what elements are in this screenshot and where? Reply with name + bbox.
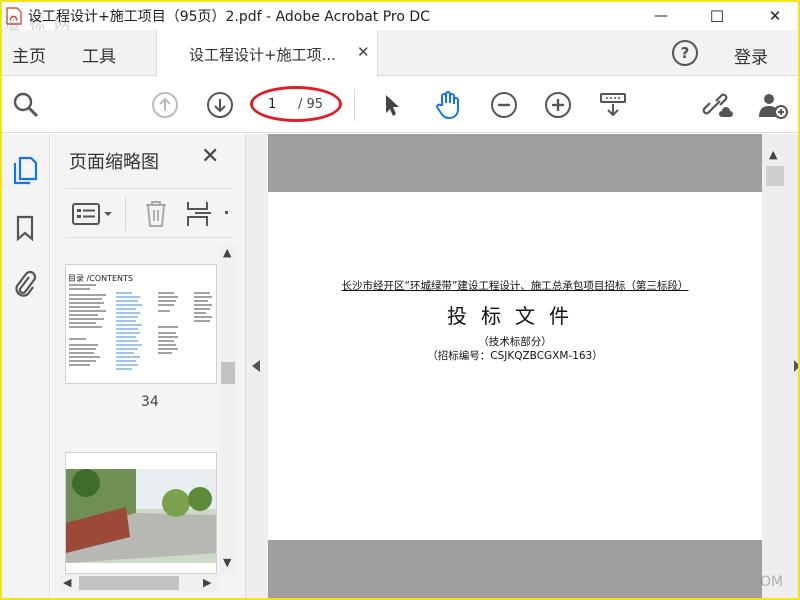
- horizontal-scroll-thumb[interactable]: [79, 576, 179, 590]
- toolbar-divider: [354, 89, 355, 121]
- landscape-photo-thumbnail: [66, 453, 216, 573]
- thumbnail-label-34: 34: [141, 394, 159, 410]
- thumbnail-scroll-thumb[interactable]: [221, 362, 235, 384]
- hand-tool-icon[interactable]: [432, 89, 464, 121]
- zoom-out-icon[interactable]: [488, 89, 520, 121]
- main-toolbar: 1 / 95: [2, 77, 798, 133]
- previous-page-icon[interactable]: [149, 89, 181, 121]
- page-thumbnails-panel: 页面缩略图 ✕ 目录 /CONTENTS 34 ▲ ▼ ◀ ▶: [51, 134, 246, 598]
- tools-tab[interactable]: 工具: [82, 42, 116, 67]
- zoom-in-icon[interactable]: [542, 89, 574, 121]
- close-panel-icon[interactable]: ✕: [201, 144, 219, 169]
- menu-bar: 主页 工具 设工程设计+施工项... ✕ ? 登录: [2, 30, 798, 77]
- collapse-left-panel-icon[interactable]: [252, 360, 260, 372]
- more-tools-icon[interactable]: [225, 211, 228, 214]
- delete-page-icon[interactable]: [143, 199, 169, 233]
- doc-scroll-up-arrow-icon[interactable]: ▲: [769, 148, 777, 161]
- close-tab-icon[interactable]: ✕: [357, 43, 370, 61]
- select-cursor-icon[interactable]: [376, 89, 408, 121]
- close-window-button[interactable]: ✕: [752, 2, 798, 30]
- help-icon[interactable]: ?: [672, 40, 698, 66]
- expand-right-panel-icon[interactable]: [794, 360, 798, 372]
- left-navigation-rail: [2, 134, 50, 598]
- panel-toolbar-divider: [125, 197, 126, 231]
- maximize-button[interactable]: ☐: [694, 2, 740, 30]
- document-viewport[interactable]: 长沙市经开区“环城绿带”建设工程设计、施工总承包项目招标（第三标段） 投标文件 …: [246, 134, 798, 598]
- thumbnail-page-35[interactable]: [65, 452, 217, 574]
- thumbnail-vertical-scrollbar[interactable]: ▲ ▼: [219, 244, 237, 574]
- share-link-icon[interactable]: [702, 89, 734, 121]
- project-title: 长沙市经开区“环城绿带”建设工程设计、施工总承包项目招标（第三标段）: [341, 280, 689, 292]
- bookmark-icon[interactable]: [10, 212, 40, 244]
- thumbnail-page-34[interactable]: 目录 /CONTENTS: [65, 264, 217, 384]
- thumbnail-list[interactable]: 目录 /CONTENTS 34: [51, 244, 246, 574]
- document-tab[interactable]: 设工程设计+施工项... ✕: [156, 30, 378, 77]
- add-user-icon[interactable]: [757, 89, 789, 121]
- pdf-page: 长沙市经开区“环城绿带”建设工程设计、施工总承包项目招标（第三标段） 投标文件 …: [268, 192, 762, 540]
- thumbnail-options-icon[interactable]: [71, 201, 115, 231]
- minimize-button[interactable]: —: [638, 2, 684, 30]
- doc-scroll-thumb[interactable]: [766, 166, 784, 186]
- document-heading: 投标文件: [447, 304, 583, 328]
- left-collapse-strip: [246, 134, 268, 598]
- home-tab[interactable]: 主页: [12, 42, 46, 67]
- sign-in-button[interactable]: 登录: [734, 43, 768, 68]
- scroll-left-arrow-icon[interactable]: ◀: [63, 576, 71, 589]
- scroll-down-arrow-icon[interactable]: ▼: [223, 556, 231, 569]
- toc-thumbnail-lines: [69, 284, 212, 370]
- attachment-icon[interactable]: [10, 268, 40, 300]
- scroll-mode-icon[interactable]: [597, 89, 629, 121]
- scroll-up-arrow-icon[interactable]: ▲: [223, 246, 231, 259]
- window-title: 设工程设计+施工项目（95页）2.pdf - Adobe Acrobat Pro…: [28, 9, 430, 25]
- extract-pages-icon[interactable]: [185, 199, 213, 233]
- red-highlight-annotation: [250, 86, 342, 122]
- document-vertical-scrollbar[interactable]: ▲: [764, 148, 786, 598]
- title-bar: 道 标 网 设工程设计+施工项目（95页）2.pdf - Adobe Acrob…: [2, 2, 798, 33]
- zoom-search-icon[interactable]: [10, 89, 42, 121]
- scroll-right-arrow-icon[interactable]: ▶: [203, 576, 211, 589]
- panel-title: 页面缩略图: [69, 152, 159, 173]
- acrobat-window: 道 标 网 设工程设计+施工项目（95页）2.pdf - Adobe Acrob…: [2, 2, 798, 598]
- thumbnail-horizontal-scrollbar[interactable]: ◀ ▶: [59, 574, 219, 592]
- document-section: （技术标部分）: [478, 336, 552, 348]
- next-page-icon[interactable]: [204, 89, 236, 121]
- document-tab-label: 设工程设计+施工项...: [189, 46, 336, 64]
- corner-watermark: OM: [760, 574, 784, 590]
- page-thumbnails-icon[interactable]: [10, 154, 40, 186]
- panel-toolbar: [65, 188, 233, 238]
- tender-number: （招标编号：CSJKQZBCGXM-163）: [427, 350, 603, 362]
